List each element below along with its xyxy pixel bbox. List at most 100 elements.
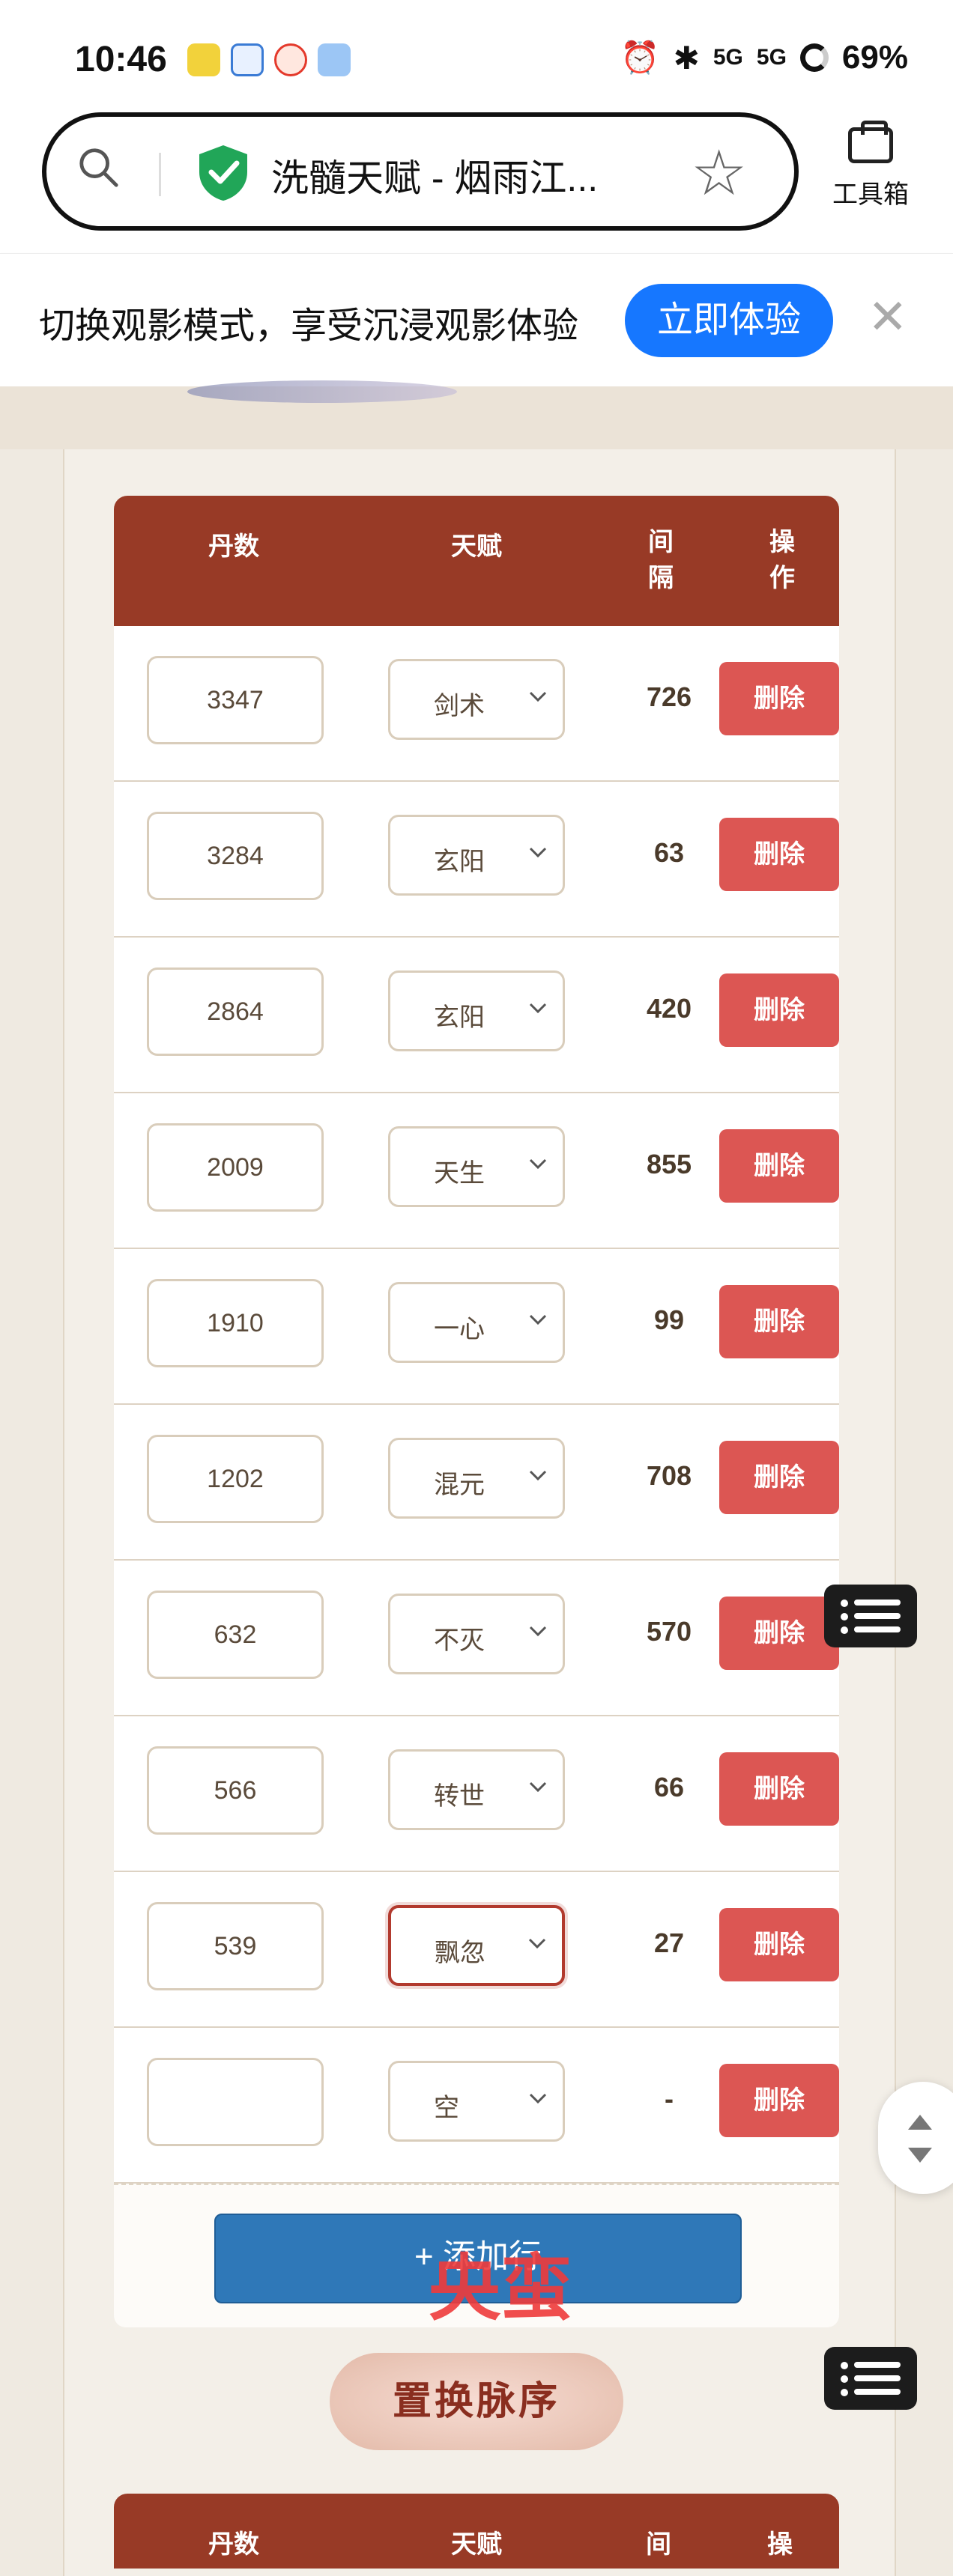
chevron-down-icon	[529, 1314, 547, 1325]
signal-icon-2: 5G	[756, 45, 787, 70]
battery-level: 69%	[841, 39, 908, 76]
decorative-cloud	[187, 380, 457, 403]
talent-value: 飘忽	[435, 1939, 485, 1967]
talent-select[interactable]: 转世	[388, 1749, 565, 1830]
talent-select[interactable]: 剑术	[388, 659, 565, 740]
header-talent: 天赋	[451, 2530, 502, 2559]
delete-button[interactable]: 删除	[719, 818, 839, 891]
star-icon[interactable]: ☆	[691, 136, 747, 210]
chevron-down-icon	[529, 691, 547, 702]
page-top-strip	[0, 386, 953, 449]
search-icon[interactable]	[76, 145, 120, 189]
close-icon[interactable]: ✕	[868, 293, 908, 341]
header-dan: 丹数	[208, 2530, 259, 2559]
table-row: 3347 剑术 726 删除	[114, 626, 839, 782]
chevron-down-icon	[529, 847, 547, 858]
talent-value: 混元	[434, 1471, 485, 1499]
browser-toolbar: 洗髓天赋 - 烟雨江... ☆ 工具箱	[0, 112, 953, 253]
talent-select[interactable]: 飘忽	[388, 1905, 565, 1986]
dan-input[interactable]: 539	[147, 1902, 324, 1990]
talent-value: 一心	[434, 1315, 485, 1343]
gap-value: 708	[646, 1460, 692, 1491]
dan-input[interactable]: 566	[147, 1746, 324, 1835]
talent-select[interactable]: 玄阳	[388, 815, 565, 896]
battery-ring-icon	[799, 43, 829, 72]
talent-select[interactable]: 空	[388, 2061, 565, 2142]
chevron-down-icon	[529, 1003, 547, 1014]
signal-icon: 5G	[713, 45, 743, 70]
cloud-notification-icon	[318, 43, 351, 76]
talent-value: 玄阳	[434, 1003, 485, 1032]
table-row: 539 飘忽 27 删除	[114, 1872, 839, 2028]
gap-value: 99	[653, 1304, 685, 1335]
bluetooth-icon: ✱	[673, 40, 700, 76]
dan-input[interactable]	[147, 2058, 324, 2146]
header-gap: 间隔	[648, 528, 674, 592]
table-header-2: 丹数 天赋 间 操	[114, 2494, 839, 2569]
delete-button[interactable]: 删除	[719, 1285, 839, 1358]
delete-button[interactable]: 删除	[719, 2064, 839, 2137]
delete-button[interactable]: 删除	[719, 1129, 839, 1203]
delete-button[interactable]: 删除	[719, 1441, 839, 1514]
promo-text: 切换观影模式，享受沉浸观影体验	[39, 306, 579, 346]
table-row: 空 - 删除	[114, 2028, 839, 2184]
weibo-notification-icon	[274, 43, 307, 76]
talent-select[interactable]: 天生	[388, 1126, 565, 1207]
table-row: 632 不灭 570 删除	[114, 1561, 839, 1716]
gap-value: -	[665, 2083, 674, 2114]
dan-input[interactable]: 2864	[147, 967, 324, 1056]
delete-button[interactable]: 删除	[719, 973, 839, 1047]
shield-check-icon	[199, 145, 247, 201]
table-header: 丹数 天赋 间隔 操作	[114, 496, 839, 626]
table-row: 1202 混元 708 删除	[114, 1405, 839, 1561]
address-bar[interactable]: 洗髓天赋 - 烟雨江... ☆	[42, 112, 799, 231]
watermark: 央蛮	[429, 2249, 572, 2329]
table-row: 2864 玄阳 420 删除	[114, 938, 839, 1093]
clock: 10:46	[75, 40, 167, 79]
delete-button[interactable]: 删除	[719, 1597, 839, 1670]
table-row: 2009 天生 855 删除	[114, 1093, 839, 1249]
delete-button[interactable]: 删除	[719, 662, 839, 735]
map-notification-icon	[231, 43, 264, 76]
dan-input[interactable]: 632	[147, 1591, 324, 1679]
talent-value: 剑术	[434, 692, 485, 720]
dan-input[interactable]: 1202	[147, 1435, 324, 1523]
alarm-icon: ⏰	[620, 39, 660, 75]
talent-value: 玄阳	[434, 848, 485, 876]
add-row-area: + 添加行 央蛮	[114, 2184, 839, 2329]
chevron-down-icon	[529, 2093, 547, 2104]
header-gap: 间	[646, 2530, 671, 2559]
delete-button[interactable]: 删除	[719, 1752, 839, 1826]
scroll-up-icon[interactable]	[908, 2115, 932, 2130]
delete-button[interactable]: 删除	[719, 1908, 839, 1981]
talent-table: 丹数 天赋 间隔 操作 3347 剑术 726 删除 3284 玄阳 63 删除…	[114, 496, 839, 2329]
talent-select[interactable]: 玄阳	[388, 970, 565, 1051]
dan-input[interactable]: 3347	[147, 656, 324, 744]
dan-input[interactable]: 3284	[147, 812, 324, 900]
floating-menu-button[interactable]	[824, 1585, 917, 1647]
gap-value: 63	[653, 837, 685, 868]
header-op: 操	[767, 2530, 793, 2559]
chevron-down-icon	[529, 1781, 547, 1793]
try-now-button[interactable]: 立即体验	[625, 284, 833, 357]
floating-menu-button-2[interactable]	[824, 2347, 917, 2410]
chevron-down-icon	[529, 1626, 547, 1637]
talent-value: 空	[434, 2094, 459, 2122]
gap-value: 570	[646, 1616, 692, 1647]
system-icons: ⏰ ✱ 5G 5G 69%	[620, 39, 908, 76]
section-title: 置换脉序	[330, 2353, 623, 2450]
table-row: 566 转世 66 删除	[114, 1716, 839, 1872]
chevron-down-icon	[529, 1158, 547, 1170]
chevron-down-icon	[529, 1470, 547, 1481]
toolbox-label: 工具箱	[832, 180, 909, 209]
dan-input[interactable]: 2009	[147, 1123, 324, 1212]
scroll-control[interactable]	[878, 2082, 953, 2194]
talent-select[interactable]: 混元	[388, 1438, 565, 1519]
toolbox-button[interactable]: 工具箱	[826, 121, 916, 210]
scroll-down-icon[interactable]	[908, 2148, 932, 2163]
talent-select[interactable]: 不灭	[388, 1594, 565, 1674]
table-row: 1910 一心 99 删除	[114, 1249, 839, 1405]
dan-input[interactable]: 1910	[147, 1279, 324, 1367]
page-title[interactable]: 洗髓天赋 - 烟雨江...	[271, 148, 598, 202]
talent-select[interactable]: 一心	[388, 1282, 565, 1363]
